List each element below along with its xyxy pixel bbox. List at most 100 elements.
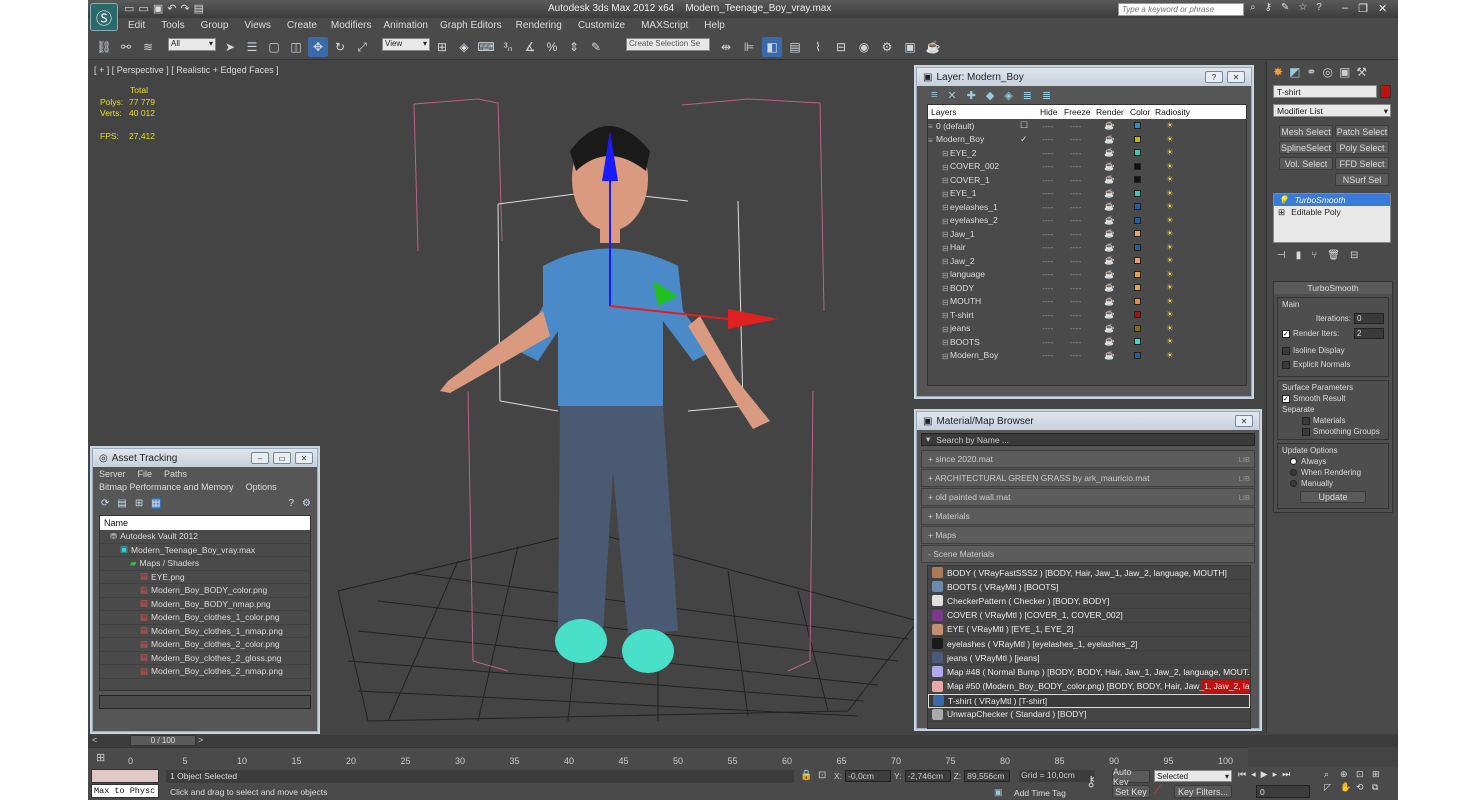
rect-selection-icon[interactable]: ▢ — [264, 37, 284, 57]
asset-help-icon[interactable]: ? — [288, 498, 294, 509]
material-editor-icon[interactable]: ◉ — [854, 37, 874, 57]
radiosity-icon[interactable]: ☀ — [1166, 227, 1174, 241]
hide-toggle[interactable]: ---- — [1042, 214, 1053, 228]
menu-graph-editors[interactable]: Graph Editors — [440, 18, 502, 34]
select-manipulate-icon[interactable]: ◈ — [454, 37, 474, 57]
layer-name[interactable]: COVER_1 — [950, 173, 990, 187]
render-teapot-icon[interactable]: ☕ — [1104, 268, 1115, 282]
select-scale-icon[interactable]: ⤢ — [352, 37, 372, 57]
search-dropdown-icon[interactable]: ▾ — [926, 434, 930, 445]
freeze-toggle[interactable]: ---- — [1070, 146, 1081, 160]
radiosity-icon[interactable]: ☀ — [1166, 241, 1174, 255]
curve-editor-icon[interactable]: ⌇ — [808, 37, 828, 57]
radiosity-icon[interactable]: ☀ — [1166, 335, 1174, 349]
modifier-list-dropdown[interactable]: Modifier List ▾ — [1273, 104, 1391, 117]
layer-row[interactable]: ⊟ Modern_Boy ---- ---- ☕ ☀ — [928, 349, 1246, 363]
render-production-icon[interactable]: ☕ — [923, 37, 943, 57]
object-color-swatch[interactable] — [1380, 85, 1391, 98]
x-coordinate-field[interactable]: -0,0cm — [845, 770, 892, 782]
hierarchy-tab-icon[interactable]: ⚭ — [1306, 65, 1316, 79]
when-rendering-radio[interactable] — [1290, 469, 1297, 476]
menu-create[interactable]: Create — [287, 18, 317, 34]
asset-item[interactable]: ▤ Modern_Boy_BODY_nmap.png — [100, 598, 310, 611]
layer-row[interactable]: ⊟ COVER_1 ---- ---- ☕ ☀ — [928, 173, 1246, 187]
color-swatch[interactable] — [1134, 284, 1141, 292]
hide-all-icon[interactable]: ≣ — [1023, 89, 1032, 102]
freeze-all-icon[interactable]: ≣ — [1042, 89, 1051, 102]
layer-color-swatch[interactable] — [1134, 308, 1141, 322]
minimize-icon[interactable]: – — [1342, 2, 1348, 15]
add-to-layer-icon[interactable]: ✚ — [967, 89, 976, 102]
smoothing-groups-checkbox[interactable] — [1302, 427, 1310, 436]
asset-item[interactable]: ▰ Maps / Shaders — [100, 557, 310, 571]
col-render[interactable]: Render — [1096, 105, 1124, 119]
menu-edit[interactable]: Edit — [128, 18, 145, 34]
schematic-view-icon[interactable]: ⊟ — [831, 37, 851, 57]
materials-checkbox[interactable] — [1302, 416, 1310, 425]
layer-row[interactable]: ⊟ BODY ---- ---- ☕ ☀ — [928, 281, 1246, 295]
render-teapot-icon[interactable]: ☕ — [1104, 133, 1115, 147]
freeze-toggle[interactable]: ---- — [1070, 335, 1081, 349]
material-item[interactable]: BODY ( VRayFastSSS2 ) [BODY, Hair, Jaw_1… — [928, 566, 1250, 581]
pan-icon[interactable]: ✋ — [1340, 782, 1354, 793]
fov-icon[interactable]: ◸ — [1324, 782, 1338, 793]
layer-row[interactable]: ⊟ Jaw_1 ---- ---- ☕ ☀ — [928, 227, 1246, 241]
edit-named-sets-icon[interactable]: ✎ — [586, 37, 606, 57]
freeze-toggle[interactable]: ---- — [1070, 268, 1081, 282]
project-folder-icon[interactable]: ▤ — [194, 2, 204, 15]
y-coordinate-field[interactable]: -2,746cm — [904, 770, 951, 782]
freeze-toggle[interactable]: ---- — [1070, 200, 1081, 214]
color-swatch[interactable] — [1134, 257, 1141, 265]
material-search-field[interactable]: ▾ Search by Name ... — [921, 433, 1255, 446]
layer-row[interactable]: ⊟ MOUTH ---- ---- ☕ ☀ — [928, 295, 1246, 309]
layer-color-swatch[interactable] — [1134, 322, 1141, 336]
hide-toggle[interactable]: ---- — [1042, 335, 1053, 349]
menu-views[interactable]: Views — [244, 18, 271, 34]
render-teapot-icon[interactable]: ☕ — [1104, 200, 1115, 214]
col-hide[interactable]: Hide — [1040, 105, 1057, 119]
asset-item[interactable]: ▤ Modern_Boy_clothes_1_color.png — [100, 611, 310, 625]
stack-item-editable-poly[interactable]: ⊞ Editable Poly — [1274, 206, 1390, 218]
track-bar[interactable]: ⊞ 0 5 10 15 20 25 30 35 40 45 50 55 60 65 70 75 80 85 90 95… — [88, 747, 1248, 767]
save-file-icon[interactable]: ▣ — [153, 2, 163, 15]
color-swatch[interactable] — [1134, 176, 1141, 184]
time-slider[interactable]: < 0 / 100 > — [88, 735, 1398, 747]
help-icon[interactable]: ? — [1316, 2, 1322, 13]
render-teapot-icon[interactable]: ☕ — [1104, 349, 1115, 363]
hide-toggle[interactable]: ---- — [1042, 268, 1053, 282]
menu-rendering[interactable]: Rendering — [516, 18, 562, 34]
color-swatch[interactable] — [1134, 203, 1141, 211]
redo-icon[interactable]: ↷ — [180, 2, 189, 15]
color-swatch[interactable] — [1134, 311, 1141, 319]
material-browser-close-icon[interactable]: ✕ — [1235, 415, 1253, 427]
key-mode-dropdown[interactable]: Selected ▾ — [1154, 770, 1232, 782]
hide-toggle[interactable]: ---- — [1042, 322, 1053, 336]
asset-tree-icon[interactable]: ⊞ — [135, 498, 143, 509]
render-teapot-icon[interactable]: ☕ — [1104, 322, 1115, 336]
layer-name[interactable]: T-shirt — [950, 308, 974, 322]
asset-item[interactable]: ▤ EYE.png — [100, 571, 310, 584]
manually-radio[interactable] — [1290, 480, 1297, 487]
rendered-frame-icon[interactable]: ▣ — [900, 37, 920, 57]
maximize-viewport-icon[interactable]: ⧉ — [1372, 782, 1386, 793]
link-icon[interactable]: ⛓ — [94, 37, 114, 57]
render-teapot-icon[interactable]: ☕ — [1104, 335, 1115, 349]
asset-table-icon[interactable]: ▦ — [151, 497, 161, 509]
play-icon[interactable]: ▶ — [1261, 769, 1268, 780]
select-move-icon[interactable]: ✥ — [308, 37, 328, 57]
material-item[interactable]: CheckerPattern ( Checker ) [BODY, BODY] — [928, 594, 1250, 609]
mesh-select-button[interactable]: Mesh Select — [1279, 125, 1333, 138]
motion-tab-icon[interactable]: ◎ — [1322, 65, 1332, 79]
material-rollout[interactable]: + ARCHITECTURAL GREEN GRASS by ark_mauri… — [921, 469, 1255, 487]
select-in-layer-icon[interactable]: ◆ — [986, 89, 994, 102]
radiosity-icon[interactable]: ☀ — [1166, 187, 1174, 201]
color-swatch[interactable] — [1134, 216, 1141, 224]
render-teapot-icon[interactable]: ☕ — [1104, 187, 1115, 201]
selection-lock-icon[interactable]: 🔒 — [800, 770, 812, 781]
layer-name[interactable]: eyelashes_2 — [950, 214, 998, 228]
freeze-toggle[interactable]: ---- — [1070, 241, 1081, 255]
configure-sets-icon[interactable]: ⊟ — [1350, 250, 1358, 261]
material-rollout[interactable]: + old painted wall.mat LIB — [921, 488, 1255, 506]
time-slider-prev[interactable]: < — [92, 735, 97, 745]
asset-list-icon[interactable]: ▤ — [117, 498, 126, 509]
